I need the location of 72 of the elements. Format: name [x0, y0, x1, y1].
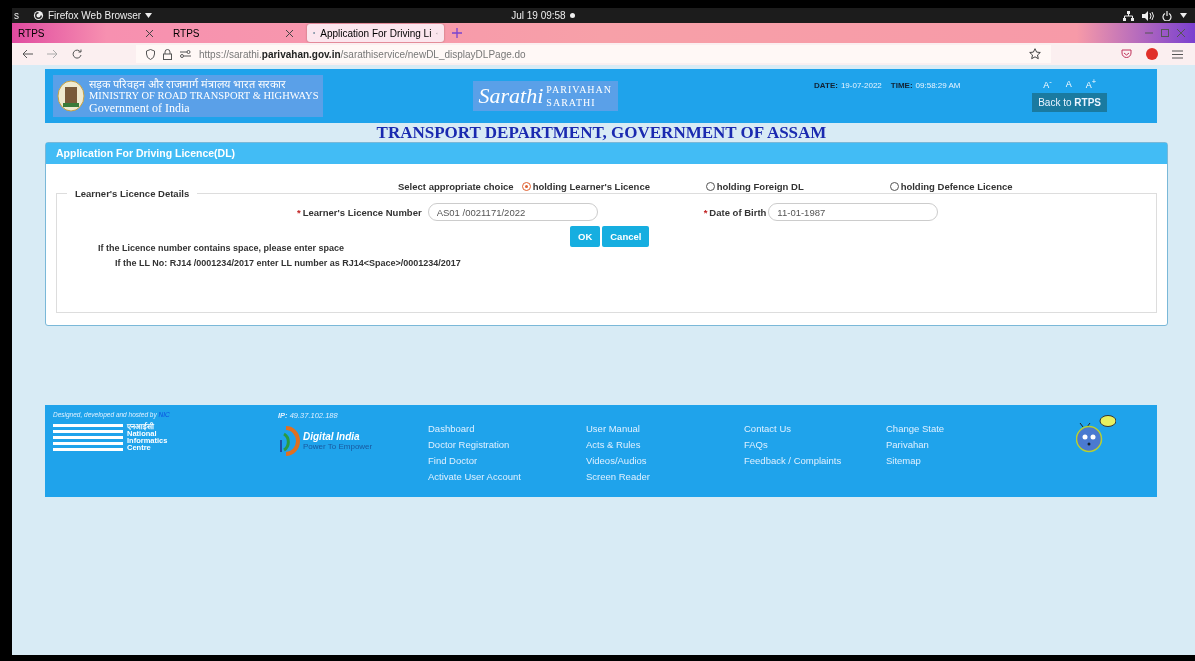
- volume-icon[interactable]: [1142, 10, 1154, 21]
- back-button[interactable]: Back to RTPS: [1032, 93, 1107, 112]
- footer-link[interactable]: Dashboard: [428, 421, 586, 437]
- tab-title: RTPS: [18, 27, 46, 39]
- field-label: Date of Birth: [709, 206, 767, 218]
- footer-link[interactable]: Screen Reader: [586, 469, 744, 485]
- help-note: If the LL No: RJ14 /0001234/2017 enter LL number as RJ14<Space>/0001234/2017: [114, 258, 462, 268]
- browser-tab[interactable]: Application For Driving Li: [307, 24, 444, 42]
- radio-option[interactable]: holding Learner's Licence: [521, 181, 706, 192]
- help-mascot-drawing[interactable]: [1076, 415, 1116, 453]
- url-text: https://sarathi.parivahan.gov.in/sarathiservice/newDL_displayDLPage.do: [199, 48, 526, 60]
- power-icon[interactable]: [1162, 10, 1172, 21]
- browser-tab[interactable]: RTPS: [12, 24, 159, 42]
- input-field[interactable]: AS01 /0021171/2022: [427, 203, 598, 221]
- footer-link[interactable]: Videos/Audios: [586, 453, 744, 469]
- reload-icon[interactable]: [72, 49, 82, 59]
- shield-icon: [146, 48, 155, 60]
- font-size-button[interactable]: A$^{+}$: [1085, 77, 1097, 90]
- caret-icon: [145, 13, 153, 18]
- radio-option[interactable]: holding Foreign DL: [705, 181, 890, 192]
- footer-link[interactable]: FAQs: [744, 437, 886, 453]
- date-label: DATE:: [814, 81, 838, 90]
- pocket-icon[interactable]: [1121, 49, 1132, 59]
- digital-india-logo: Digital India Power To Empower: [278, 426, 428, 456]
- required-mark: *: [703, 206, 708, 218]
- footer-link[interactable]: Doctor Registration: [428, 437, 586, 453]
- government-name: Government of India: [89, 102, 191, 114]
- footer-link[interactable]: Activate User Account: [428, 469, 586, 485]
- field-label: Learner's Licence Number: [302, 206, 422, 218]
- clock[interactable]: Jul 19 09:58: [511, 10, 566, 21]
- address-bar[interactable]: https://sarathi.parivahan.gov.in/sarathiservice/newDL_displayDLPage.do: [136, 45, 1051, 63]
- font-size-button[interactable]: A$^{-}$: [1043, 77, 1052, 90]
- menu-icon[interactable]: [1172, 49, 1183, 59]
- footer-link[interactable]: Acts & Rules: [586, 437, 744, 453]
- footer-link[interactable]: Sitemap: [886, 453, 1076, 469]
- footer-link[interactable]: Change State: [886, 421, 1076, 437]
- activities-label[interactable]: s: [14, 10, 19, 21]
- date-value: 19-07-2022: [840, 81, 882, 90]
- form-button[interactable]: OK: [570, 226, 601, 247]
- back-icon[interactable]: [22, 49, 33, 59]
- footer-link[interactable]: User Manual: [586, 421, 744, 437]
- time-value: 09:58:29 AM: [915, 81, 961, 90]
- ministry-hindi: सड़क परिवहन और राजमार्ग मंत्रालय भारत सरकार: [89, 78, 287, 90]
- tab-title: Application For Driving Li: [320, 27, 432, 39]
- ministry-name: MINISTRY OF ROAD TRANSPORT & HIGHWAYS: [89, 90, 319, 102]
- footer-link[interactable]: Find Doctor: [428, 453, 586, 469]
- lock-icon: [163, 48, 172, 60]
- fieldset-legend: Learner's Licence Details: [67, 188, 198, 199]
- caret-icon[interactable]: [1180, 13, 1187, 18]
- footer-link[interactable]: Contact Us: [744, 421, 886, 437]
- new-tab-icon[interactable]: [452, 28, 462, 38]
- form-button[interactable]: Cancel: [602, 226, 650, 247]
- recording-dot-icon: [569, 13, 575, 18]
- network-icon[interactable]: [1123, 10, 1134, 21]
- font-size-button[interactable]: A: [1065, 77, 1072, 90]
- panel-title: Application For Driving Licence(DL): [46, 143, 1167, 164]
- help-note: If the Licence number contains space, please enter space: [97, 243, 346, 253]
- app-menu[interactable]: Firefox Web Browser: [33, 10, 153, 21]
- emblem-icon: [57, 80, 85, 112]
- permissions-icon: [180, 50, 191, 58]
- required-mark: *: [297, 206, 301, 218]
- choice-label: Select appropriate choice: [398, 181, 514, 192]
- footer-link[interactable]: Feedback / Complaints: [744, 453, 886, 469]
- tab-title: RTPS: [173, 27, 201, 39]
- footer-link[interactable]: Parivahan: [886, 437, 1076, 453]
- input-field[interactable]: 11-01-1987: [768, 203, 939, 221]
- radio-option[interactable]: holding Defence Licence: [889, 181, 1013, 192]
- browser-tab[interactable]: RTPS: [167, 24, 299, 42]
- time-label: TIME:: [890, 81, 913, 90]
- department-title: TRANSPORT DEPARTMENT, GOVERNMENT OF ASSAM: [375, 123, 828, 142]
- adblock-icon[interactable]: [1146, 48, 1158, 60]
- star-icon[interactable]: [1029, 48, 1041, 60]
